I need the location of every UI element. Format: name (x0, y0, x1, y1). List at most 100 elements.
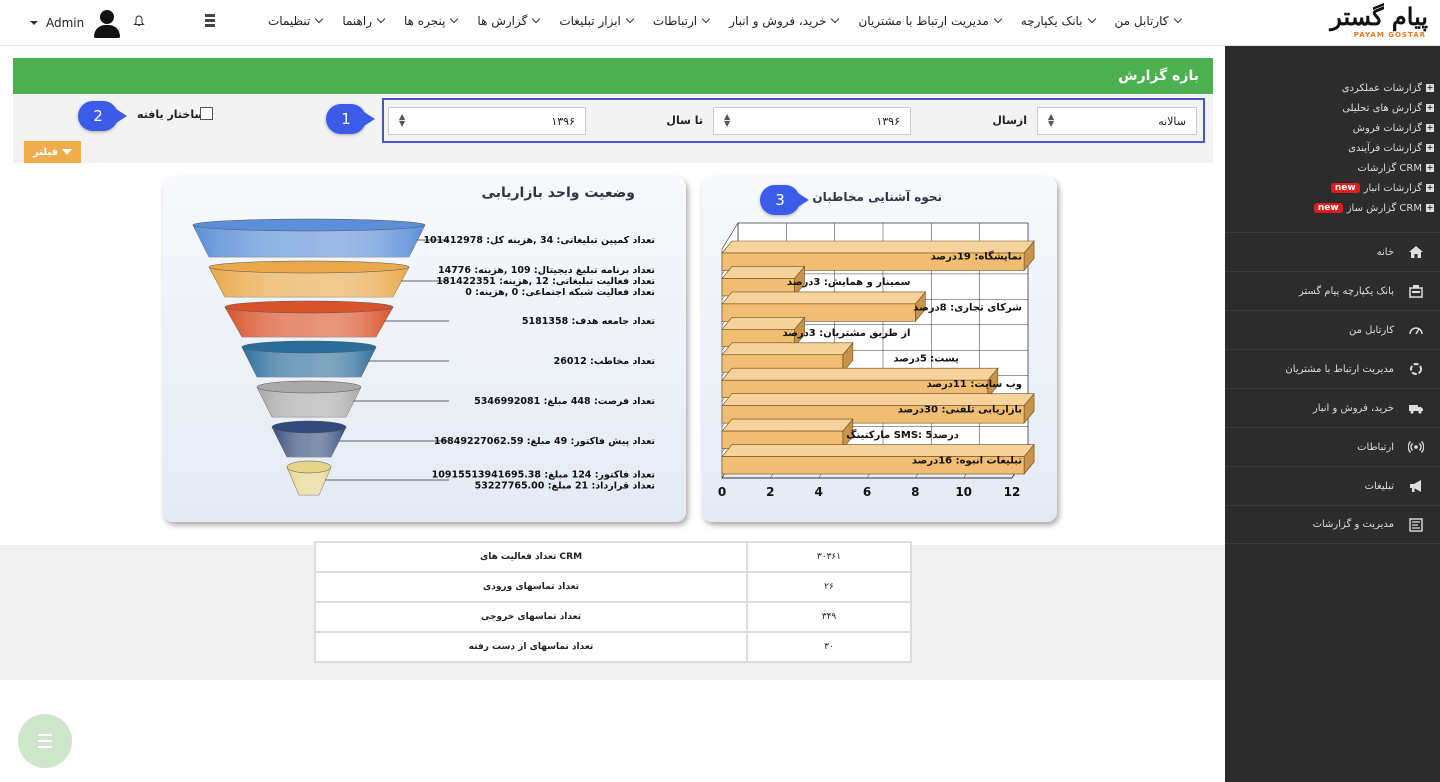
from-year-value: ۱۳۹۶ (876, 115, 900, 128)
chevron-down-icon (315, 14, 324, 24)
nav-item-label: مدیریت ارتباط با مشتریان (858, 14, 989, 28)
funnel-panel: وضعیت واحد بازاریابی تعداد کمپین تبلیغات… (163, 177, 686, 522)
brand-logo[interactable]: پیام گستر PAYAM GOSTAR (1225, 0, 1440, 46)
side-menu-item[interactable]: بانک یکپارچه پیام گستر (1225, 271, 1440, 310)
broadcast-icon (1408, 441, 1424, 453)
stats-label: تعداد تماسهای ورودی (314, 571, 748, 603)
to-year-select[interactable]: ۱۳۹۶ ▲ ▼ (388, 107, 586, 135)
funnel-level-top (192, 218, 426, 232)
chevron-down-icon (376, 14, 386, 24)
report-link[interactable]: گزارشات عملکردی + (1244, 78, 1434, 98)
side-menu-item[interactable]: ارتباطات (1225, 427, 1440, 466)
stats-value: ۲۶ (746, 571, 912, 603)
side-menu-item[interactable]: مدیریت و گزارشات (1225, 505, 1440, 544)
nav-item[interactable]: گزارش ها (477, 14, 541, 28)
side-menu-label: مدیریت و گزارشات (1312, 519, 1394, 530)
stats-label: تعداد تماسهای خروجی (314, 601, 748, 633)
nav-item-label: پنجره ها (404, 14, 446, 28)
nav-item-label: کارتابل من (1114, 14, 1169, 28)
bar-chart-panel: نحوه آشنایی مخاطبان 0 2 4 6 8 10 12 نمایشگاه: 1… (702, 177, 1057, 522)
bar-data-label: سمینار و همایش: 3درصد (787, 277, 911, 288)
filter-button[interactable]: فیلتر (24, 141, 81, 163)
side-menu-item[interactable]: خرید، فروش و انبار (1225, 388, 1440, 427)
side-menu-item[interactable]: کارتابل من (1225, 310, 1440, 349)
filter-label: فیلتر (32, 146, 58, 158)
x-tick-label: 4 (814, 485, 822, 499)
user-menu[interactable]: Admin (30, 8, 122, 38)
x-tick-label: 8 (911, 485, 919, 499)
nav-item[interactable]: کارتابل من (1114, 14, 1182, 28)
to-year-label: تا سال (666, 114, 703, 127)
funnel-level-label: تعداد کمپین تبلیغاتی: 34 ,هزینه کل: 1014… (423, 235, 655, 246)
chevron-down-icon (532, 14, 541, 24)
report-range-header: بازه گزارش (13, 58, 1213, 94)
plus-icon: + (1426, 163, 1434, 172)
floating-menu-button[interactable] (18, 714, 72, 768)
home-icon (1409, 246, 1423, 258)
side-menu-label: ارتباطات (1357, 441, 1394, 453)
chevron-down-icon (1087, 14, 1096, 24)
x-tick-label: 10 (955, 485, 972, 499)
bar (721, 418, 854, 450)
nav-item[interactable]: پنجره ها (404, 14, 459, 28)
report-link[interactable]: گزارشات فرآیندی + (1244, 138, 1434, 158)
nav-item[interactable]: مدیریت ارتباط با مشتریان (858, 14, 1003, 28)
callout-1: 1 (326, 104, 375, 134)
side-menu-item[interactable]: خانه (1225, 232, 1440, 271)
structured-checkbox[interactable] (200, 107, 213, 120)
plus-icon: + (1426, 123, 1434, 132)
nav-item[interactable]: تنظیمات (268, 14, 324, 28)
stats-value: ۳۰۳۶۱ (746, 541, 912, 573)
x-tick-label: 2 (766, 485, 774, 499)
report-link-label: گزارش ساز CRM (1346, 202, 1422, 214)
side-menu-label: مدیریت ارتباط با مشتریان (1285, 363, 1394, 375)
report-link[interactable]: new گزارشات انبار + (1244, 178, 1434, 198)
new-badge: new (1313, 203, 1343, 213)
report-link[interactable]: new گزارش ساز CRM + (1244, 198, 1434, 218)
funnel-level-top (224, 300, 394, 314)
nav-item[interactable]: بانک یکپارچه (1020, 14, 1096, 28)
side-menu-label: تبلیغات (1364, 480, 1394, 492)
report-link-label: گزارشات CRM (1357, 162, 1422, 174)
nav-item[interactable]: ارتباطات (652, 14, 711, 28)
nav-item-label: ارتباطات (652, 14, 698, 28)
period-select[interactable]: سالانه ▲ ▼ (1037, 107, 1197, 135)
nav-item-label: ابزار تبلیغات (559, 14, 621, 28)
from-year-select[interactable]: ۱۳۹۶ ▲ ▼ (713, 107, 911, 135)
bar-data-label: پست: 5درصد (894, 354, 960, 365)
bar-top (721, 418, 854, 432)
funnel-level-label: تعداد مخاطب: 26012 (554, 356, 655, 367)
menu-toggle-icon[interactable] (205, 14, 215, 28)
chevron-down-icon (993, 14, 1003, 24)
reports-links: گزارشات عملکردی + گزارش های تحلیلی + گزارشات… (1244, 78, 1434, 218)
report-link-label: گزارشات انبار (1363, 182, 1422, 194)
side-menu-label: کارتابل من (1349, 324, 1394, 336)
stats-row: تعداد تماسهای از دست رفته ۳۰ (314, 631, 912, 663)
side-menu-label: بانک یکپارچه پیام گستر (1298, 285, 1394, 297)
nav-item-label: گزارش ها (477, 14, 528, 28)
bar-data-label: مارکتینگ SMS: 5درصد (846, 429, 959, 441)
nav-item[interactable]: ابزار تبلیغات (559, 14, 635, 28)
report-icon (1409, 517, 1423, 532)
side-menu-item[interactable]: مدیریت ارتباط با مشتریان (1225, 349, 1440, 388)
select-arrows-icon: ▲ ▼ (1048, 112, 1055, 128)
report-link[interactable]: گزارشات CRM + (1244, 158, 1434, 178)
bell-icon[interactable] (133, 15, 145, 27)
bar-chart: 0 2 4 6 8 10 12 نمایشگاه: 19درصد سمینار و همایش:… (718, 221, 1035, 499)
nav-item[interactable]: خرید، فروش و انبار (729, 14, 840, 28)
report-link[interactable]: گزارشات فروش + (1244, 118, 1434, 138)
funnel-level-label: تعداد برنامه تبلیغ دیجیتال: 109 ,هزینه: … (438, 265, 655, 276)
funnel-level-label: تعداد پیش فاکتور: 49 مبلغ: 16849227062.5… (434, 436, 655, 447)
side-menu-label: خانه (1376, 246, 1394, 258)
nav-item-label: بانک یکپارچه (1020, 14, 1083, 28)
stats-row: تعداد تماسهای خروجی ۳۴۹ (314, 601, 912, 633)
report-link-label: گزارشات فرآیندی (1348, 142, 1422, 154)
side-menu-item[interactable]: تبلیغات (1225, 466, 1440, 505)
nav-item[interactable]: راهنما (342, 14, 386, 28)
report-link[interactable]: گزارش های تحلیلی + (1244, 98, 1434, 118)
funnel-level-label: تعداد فعالیت تبلیغاتی: 12 ,هزینه: 181422… (436, 276, 655, 287)
bar (721, 291, 926, 323)
select-arrows-icon: ▲ ▼ (724, 112, 731, 128)
logo-text: پیام گستر (1330, 2, 1428, 31)
sidebar: پیام گستر PAYAM GOSTAR گزارشات عملکردی + گ… (1225, 0, 1440, 782)
